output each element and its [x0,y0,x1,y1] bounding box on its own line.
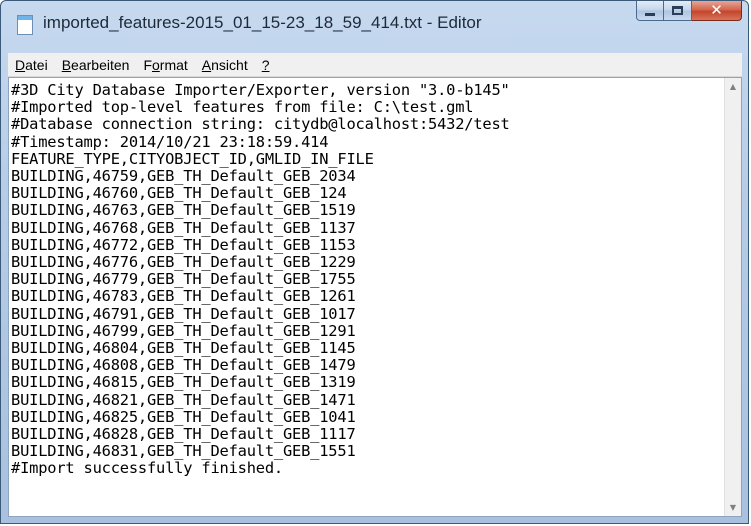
minimize-icon [645,13,655,16]
editor-window: imported_features-2015_01_15-23_18_59_41… [0,0,749,524]
text-line: BUILDING,46763,GEB_TH_Default_GEB_1519 [11,201,356,220]
menu-bar: Datei Bearbeiten Format Ansicht ? [8,53,742,77]
text-line: BUILDING,46828,GEB_TH_Default_GEB_1117 [11,425,356,444]
menu-ansicht[interactable]: Ansicht [195,57,255,73]
text-line: FEATURE_TYPE,CITYOBJECT_ID,GMLID_IN_FILE [11,149,374,168]
close-button[interactable]: ✕ [692,1,742,21]
menu-datei[interactable]: Datei [8,57,55,73]
text-line: #3D City Database Importer/Exporter, ver… [11,82,510,99]
window-title: imported_features-2015_01_15-23_18_59_41… [43,13,482,32]
text-line: #Timestamp: 2014/10/21 23:18:59.414 [11,132,329,151]
scroll-down-icon[interactable]: ▼ [725,499,741,516]
caption-buttons: ✕ [636,1,742,23]
text-line: BUILDING,46779,GEB_TH_Default_GEB_1755 [11,270,356,289]
minimize-button[interactable] [636,1,664,21]
text-line: #Import successfully finished. [11,459,283,478]
maximize-button[interactable] [664,1,692,21]
title-bar[interactable]: imported_features-2015_01_15-23_18_59_41… [1,1,748,53]
text-line: BUILDING,46825,GEB_TH_Default_GEB_1041 [11,407,356,426]
text-line: BUILDING,46815,GEB_TH_Default_GEB_1319 [11,373,356,392]
menu-help[interactable]: ? [255,57,277,73]
text-line: #Imported top-level features from file: … [11,98,474,117]
text-line: #Database connection string: citydb@loca… [11,115,510,134]
text-line: BUILDING,46804,GEB_TH_Default_GEB_1145 [11,339,356,358]
scroll-up-icon[interactable]: ▲ [725,78,741,95]
text-line: BUILDING,46783,GEB_TH_Default_GEB_1261 [11,287,356,306]
close-icon: ✕ [710,1,723,19]
text-line: BUILDING,46808,GEB_TH_Default_GEB_1479 [11,356,356,375]
text-line: BUILDING,46799,GEB_TH_Default_GEB_1291 [11,321,356,340]
text-editor[interactable]: #3D City Database Importer/Exporter, ver… [8,77,742,517]
text-line: BUILDING,46759,GEB_TH_Default_GEB_2034 [11,167,356,186]
text-line: BUILDING,46821,GEB_TH_Default_GEB_1471 [11,390,356,409]
text-line: BUILDING,46791,GEB_TH_Default_GEB_1017 [11,304,356,323]
menu-format[interactable]: Format [136,57,194,73]
menu-bearbeiten[interactable]: Bearbeiten [55,57,137,73]
text-line: BUILDING,46772,GEB_TH_Default_GEB_1153 [11,235,356,254]
text-content[interactable]: #3D City Database Importer/Exporter, ver… [11,82,723,516]
text-line: BUILDING,46768,GEB_TH_Default_GEB_1137 [11,218,356,237]
text-line: BUILDING,46831,GEB_TH_Default_GEB_1551 [11,442,356,461]
maximize-icon [672,6,683,15]
notepad-icon [17,15,33,35]
text-line: BUILDING,46776,GEB_TH_Default_GEB_1229 [11,253,356,272]
text-line: BUILDING,46760,GEB_TH_Default_GEB_124 [11,184,347,203]
vertical-scrollbar[interactable]: ▲ ▼ [724,78,741,516]
